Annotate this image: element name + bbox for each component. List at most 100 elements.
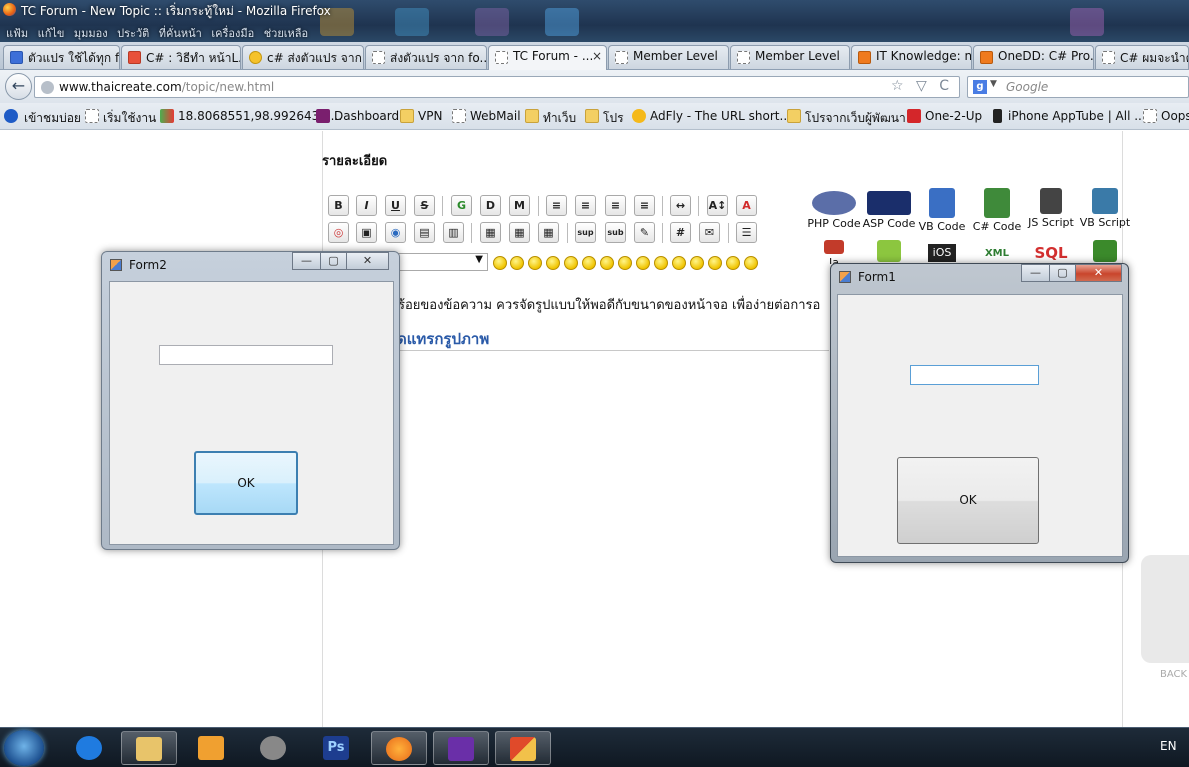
taskbar-app-photoshop[interactable]: Ps <box>309 731 365 765</box>
table-button[interactable]: ▦ <box>480 222 501 243</box>
taskbar-app-media[interactable] <box>184 731 240 765</box>
more-code-button[interactable] <box>1078 240 1132 264</box>
url-bar[interactable]: www.thaicreate.com/topic/new.html ☆ ▽ C <box>34 76 960 98</box>
emoticon-icon[interactable] <box>600 256 614 270</box>
menu-bar[interactable]: แฟ้ม แก้ไข มุมมอง ประวัติ ที่คั่นหน้า เค… <box>6 24 308 42</box>
bookmark-item[interactable]: One-2-Up <box>907 109 982 123</box>
google-icon[interactable]: g <box>973 80 987 94</box>
emoticon-icon[interactable] <box>618 256 632 270</box>
taskbar-app-visual-studio[interactable] <box>433 731 489 765</box>
tab[interactable]: C# ผมจะนำตัว <box>1095 45 1189 69</box>
minimize-button[interactable]: — <box>292 252 321 270</box>
bookmark-item[interactable]: 18.8068551,98.9926434 ... <box>160 109 342 123</box>
bookmark-item[interactable]: Oops <box>1143 109 1189 123</box>
form1-ok-button[interactable]: OK <box>897 457 1039 544</box>
align-right-button[interactable]: ≡ <box>605 195 626 216</box>
android-code-button[interactable] <box>862 240 916 264</box>
tab[interactable]: Member Level <box>608 45 729 69</box>
sql-code-button[interactable]: SQL <box>1024 244 1078 264</box>
flash-button[interactable]: ◎ <box>328 222 349 243</box>
bookmark-item[interactable]: AdFly - The URL short... <box>632 109 791 123</box>
emoticon-icon[interactable] <box>546 256 560 270</box>
java-code-button[interactable]: Ja <box>807 240 861 264</box>
quote-button[interactable]: ✉ <box>699 222 720 243</box>
bookmark-item[interactable]: โปรจากเว็บผู้พัฒนา <box>787 109 906 128</box>
font-color-button[interactable]: A <box>736 195 757 216</box>
emoticon-icon[interactable] <box>690 256 704 270</box>
back-to-top-button[interactable] <box>1141 555 1189 663</box>
bookmark-item[interactable]: ทำเว็บ <box>525 109 576 128</box>
list-button[interactable]: ☰ <box>736 222 757 243</box>
tab[interactable]: OneDD: C# Pro... <box>973 45 1094 69</box>
tab[interactable]: ส่งตัวแปร จาก fo... <box>365 45 487 69</box>
minimize-button[interactable]: — <box>1021 264 1050 282</box>
hash-button[interactable]: # <box>670 222 691 243</box>
tab-close-icon[interactable]: × <box>592 49 602 63</box>
dropdown-arrow-icon[interactable]: ▼ <box>990 79 997 89</box>
italic-button[interactable]: I <box>356 195 377 216</box>
underline-button[interactable]: U <box>385 195 406 216</box>
url-tools-icons[interactable]: ☆ ▽ C <box>891 78 953 94</box>
superscript-button[interactable]: sup <box>575 222 596 243</box>
tab[interactable]: c# ส่งตัวแปร จาก... <box>242 45 364 69</box>
taskbar-app-explorer[interactable] <box>121 731 177 765</box>
tab[interactable]: IT Knowledge: n... <box>851 45 972 69</box>
xml-code-button[interactable]: XML <box>970 248 1024 264</box>
emoticon-icon[interactable] <box>528 256 542 270</box>
emoticon-icon[interactable] <box>636 256 650 270</box>
strike-button[interactable]: S <box>414 195 435 216</box>
vb-code-button[interactable]: VB Code <box>915 188 969 233</box>
bookmark-item[interactable]: VPN <box>400 109 442 123</box>
subscript-button[interactable]: sub <box>605 222 626 243</box>
align-center-button[interactable]: ≡ <box>575 195 596 216</box>
tab[interactable]: ตัวแปร ใช้ได้ทุก f... <box>3 45 120 69</box>
tab[interactable]: Member Level <box>730 45 850 69</box>
align-left-button[interactable]: ≡ <box>546 195 567 216</box>
bookmark-item[interactable]: โปร <box>585 109 624 128</box>
maximize-button[interactable]: ▢ <box>1049 264 1076 282</box>
emoticon-icon[interactable] <box>708 256 722 270</box>
insert-image-link[interactable]: ดแทรกรูปภาพ <box>397 327 489 351</box>
pen-button[interactable]: ✎ <box>634 222 655 243</box>
bookmark-item[interactable]: WebMail <box>452 109 521 123</box>
close-button[interactable]: ✕ <box>1075 264 1122 282</box>
horizontal-rule-button[interactable]: ↔ <box>670 195 691 216</box>
vb-script-button[interactable]: VB Script <box>1078 188 1132 229</box>
emoticon-icon[interactable] <box>564 256 578 270</box>
image-button[interactable]: ▣ <box>356 222 377 243</box>
emoticon-dropdown[interactable]: ▼ <box>395 253 488 271</box>
language-indicator[interactable]: EN <box>1160 739 1177 753</box>
tab[interactable]: C# : วิธีทำ หน้าL... <box>121 45 241 69</box>
close-button[interactable]: ✕ <box>346 252 389 270</box>
tab-active[interactable]: TC Forum - ... × <box>488 45 607 70</box>
marquee-button[interactable]: M <box>509 195 530 216</box>
search-bar[interactable]: g ▼ Google <box>967 76 1189 98</box>
php-code-button[interactable]: PHP Code <box>807 188 861 230</box>
media-button[interactable]: ▤ <box>414 222 435 243</box>
url-text[interactable]: www.thaicreate.com/topic/new.html <box>59 80 274 94</box>
emoticon-icon[interactable] <box>493 256 507 270</box>
font-size-button[interactable]: A↕ <box>707 195 728 216</box>
table-col-button[interactable]: ▦ <box>538 222 559 243</box>
back-button[interactable]: ← <box>5 73 32 100</box>
start-button[interactable] <box>4 730 44 766</box>
taskbar-app-firefox[interactable] <box>371 731 427 765</box>
taskbar-app-ie[interactable] <box>62 731 118 765</box>
bookmark-item[interactable]: เริ่มใช้งาน <box>85 109 156 128</box>
bookmark-item[interactable]: เข้าชมบ่อย <box>4 109 81 128</box>
ios-code-button[interactable]: iOS <box>915 244 969 264</box>
emoticon-icon[interactable] <box>654 256 668 270</box>
form2-textbox[interactable] <box>159 345 333 365</box>
bold-button[interactable]: B <box>328 195 349 216</box>
taskbar-app-forms[interactable] <box>495 731 551 765</box>
bookmark-item[interactable]: iPhone AppTube | All ... <box>990 109 1146 123</box>
link-button[interactable]: ◉ <box>385 222 406 243</box>
emoticon-icon[interactable] <box>744 256 758 270</box>
js-script-button[interactable]: JS Script <box>1024 188 1078 229</box>
form2-ok-button[interactable]: OK <box>194 451 298 515</box>
email-button[interactable]: ▥ <box>443 222 464 243</box>
justify-button[interactable]: ≡ <box>634 195 655 216</box>
emoticon-icon[interactable] <box>510 256 524 270</box>
bookmark-item[interactable]: Dashboard <box>316 109 399 123</box>
glow-button[interactable]: G <box>451 195 472 216</box>
